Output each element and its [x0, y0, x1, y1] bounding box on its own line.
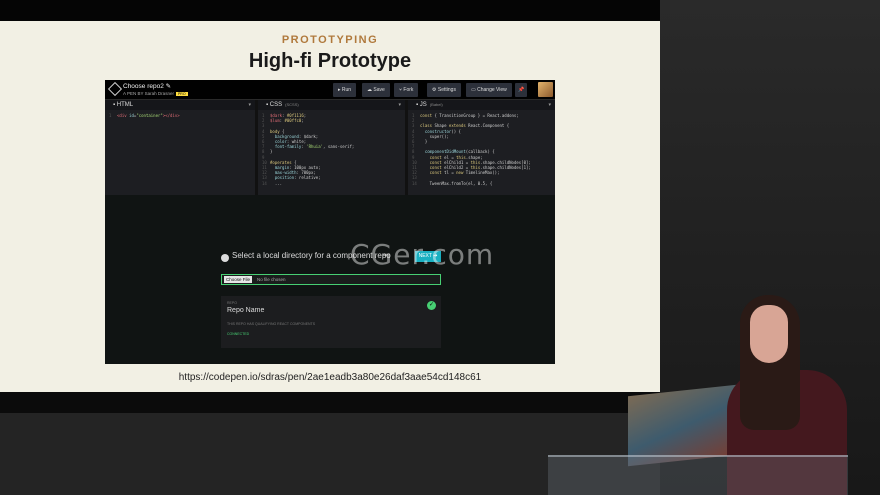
file-input[interactable]: Choose File No file chosen	[221, 274, 441, 285]
repo-card-label: REPO	[227, 301, 237, 305]
bottom-black-bar	[0, 392, 660, 413]
watermark: CGer.com	[350, 238, 495, 271]
pin-button[interactable]: 📌	[515, 83, 528, 97]
pen-author: A PEN BY Sarah Drasner PRO	[123, 91, 188, 96]
js-code[interactable]: 1 const { TransitionGroup } = React.addon…	[408, 110, 555, 186]
css-editor[interactable]: ▪ CSS (SCSS) ▾ 1 $dark: #0f1116; 2 $lum: #00…	[258, 100, 408, 195]
file-status: No file chosen	[257, 277, 286, 282]
repo-status: CONNECTED	[227, 332, 250, 336]
save-button[interactable]: ☁ Save	[362, 83, 390, 97]
fork-button[interactable]: ⑂ Fork	[394, 83, 419, 97]
top-black-bar	[0, 0, 660, 21]
html-editor-header: ▪ HTML ▾	[105, 100, 255, 110]
slide-title: High-fi Prototype	[248, 50, 412, 72]
settings-button[interactable]: ⚙ Settings	[427, 83, 461, 97]
run-button[interactable]: ▸ Run	[333, 83, 357, 97]
pro-badge: PRO	[175, 92, 188, 96]
html-editor[interactable]: ▪ HTML ▾ 1 <div id="container"></div>	[105, 100, 258, 195]
podium	[548, 455, 848, 495]
check-icon: ✓	[427, 301, 436, 310]
slide: PROTOTYPING High-fi Prototype Choose rep…	[0, 21, 660, 392]
slide-eyebrow: PROTOTYPING	[281, 34, 379, 46]
css-code[interactable]: 1 $dark: #0f1116; 2 $lum: #00ffc0; 3 4 body…	[258, 110, 405, 186]
speaker-face	[750, 305, 788, 363]
js-editor-header: ▪ JS (Babel) ▾	[408, 100, 555, 110]
html-code[interactable]: 1 <div id="container"></div>	[105, 110, 255, 118]
github-icon	[221, 254, 229, 262]
chevron-down-icon[interactable]: ▾	[398, 100, 401, 110]
pen-title[interactable]: Choose repo2 ✎	[123, 82, 171, 90]
choose-file-button[interactable]: Choose File	[224, 276, 253, 283]
presentation-stage: PROTOTYPING High-fi Prototype Choose rep…	[0, 0, 880, 495]
codepen-header: Choose repo2 ✎ A PEN BY Sarah Drasner PRO…	[105, 80, 555, 100]
editors-panel: ▪ HTML ▾ 1 <div id="container"></div> ▪ CS…	[105, 100, 555, 195]
change-view-button[interactable]: ▭ Change View	[466, 83, 512, 97]
chevron-down-icon[interactable]: ▾	[248, 100, 251, 110]
css-editor-header: ▪ CSS (SCSS) ▾	[258, 100, 405, 110]
chevron-down-icon[interactable]: ▾	[548, 100, 551, 110]
repo-card[interactable]: REPO Repo Name THIS REPO HAS QUALIFYING …	[221, 296, 441, 348]
pen-url[interactable]: https://codepen.io/sdras/pen/2ae1eadb3a8…	[0, 372, 660, 383]
codepen-window: Choose repo2 ✎ A PEN BY Sarah Drasner PRO…	[105, 80, 555, 364]
avatar[interactable]	[538, 82, 553, 97]
repo-note: THIS REPO HAS QUALIFYING REACT COMPONENT…	[227, 322, 316, 326]
codepen-logo-icon[interactable]	[107, 81, 123, 97]
js-editor[interactable]: ▪ JS (Babel) ▾ 1 const { TransitionGroup } …	[408, 100, 555, 195]
repo-name: Repo Name	[227, 307, 265, 314]
